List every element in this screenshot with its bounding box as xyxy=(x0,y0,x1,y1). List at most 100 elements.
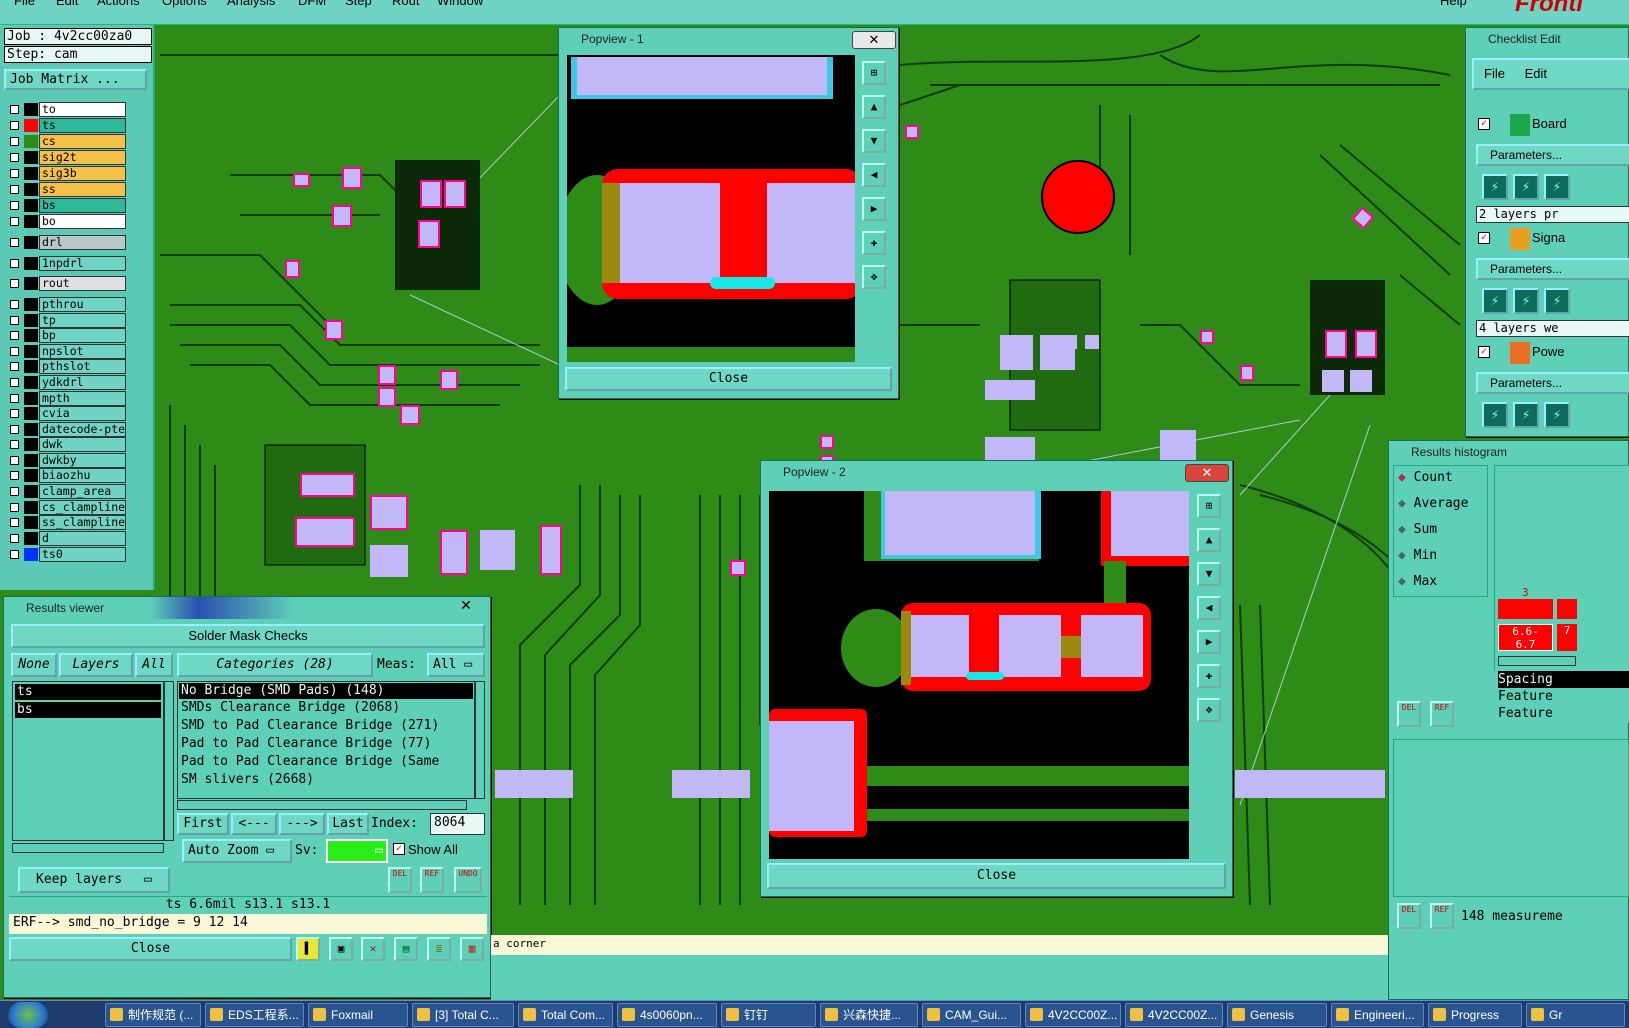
layer-name[interactable]: sig3b xyxy=(39,166,126,181)
histogram-del-button[interactable]: DEL xyxy=(1397,701,1421,727)
layer-color-swatch[interactable] xyxy=(24,501,38,514)
layer-row[interactable]: pthslot xyxy=(6,359,126,374)
layer-color-swatch[interactable] xyxy=(24,183,38,196)
layer-name[interactable]: ts xyxy=(39,118,126,133)
layer-row[interactable]: ydkdrl xyxy=(6,375,126,390)
layer-name[interactable]: pthrou xyxy=(39,297,126,312)
category-hscrollbar[interactable] xyxy=(177,800,467,810)
layer-color-swatch[interactable] xyxy=(24,438,38,451)
popview-1-titlebar[interactable]: Popview - 1 xyxy=(559,28,898,50)
pan-up-icon[interactable]: ▲ xyxy=(1197,528,1221,552)
layer-color-swatch[interactable] xyxy=(24,236,38,249)
layer-name[interactable]: ydkdrl xyxy=(39,375,126,390)
none-button[interactable]: None xyxy=(11,653,57,677)
histogram-option[interactable]: ◆ Average xyxy=(1398,496,1468,511)
list-item[interactable]: Pad to Pad Clearance Bridge (77) xyxy=(179,736,473,753)
layer-row[interactable]: to xyxy=(6,102,126,117)
menu-analysis[interactable]: Analysis xyxy=(227,0,275,8)
layer-color-swatch[interactable] xyxy=(24,167,38,180)
layer-color-swatch[interactable] xyxy=(24,532,38,545)
layer-row[interactable]: bo xyxy=(6,214,126,229)
layer-color-swatch[interactable] xyxy=(24,199,38,212)
list-item[interactable]: ts xyxy=(15,684,161,700)
layer-row[interactable]: dwk xyxy=(6,437,126,452)
next-button[interactable]: ---> xyxy=(279,813,325,835)
list-item[interactable]: Pad to Pad Clearance Bridge (Same xyxy=(179,754,473,771)
menu-rout[interactable]: Rout xyxy=(392,0,419,8)
close-icon[interactable]: ✕ xyxy=(444,598,488,614)
keep-layers-dropdown[interactable]: Keep layers ▭ xyxy=(18,867,170,893)
layer-color-swatch[interactable] xyxy=(24,135,38,148)
histogram-option[interactable]: ◆ Max xyxy=(1398,574,1437,589)
layer-checkbox[interactable] xyxy=(10,440,19,449)
radio-icon[interactable]: ◆ xyxy=(1398,470,1406,485)
zoom-home-icon[interactable]: ⊞ xyxy=(862,61,886,85)
layer-checkbox[interactable] xyxy=(10,378,19,387)
layer-color-swatch[interactable] xyxy=(24,392,38,405)
layer-checkbox[interactable] xyxy=(10,409,19,418)
checklist-item-name[interactable]: Powe xyxy=(1532,344,1565,359)
layer-name[interactable]: 1npdrl xyxy=(39,256,126,271)
layer-checkbox[interactable] xyxy=(10,471,19,480)
layer-checkbox[interactable] xyxy=(10,394,19,403)
layer-color-swatch[interactable] xyxy=(24,103,38,116)
layer-name[interactable]: rout xyxy=(39,276,126,291)
layer-row[interactable]: dwkby xyxy=(6,453,126,468)
index-input[interactable]: 8064 xyxy=(430,813,485,835)
layer-row[interactable]: bs xyxy=(6,198,126,213)
layer-checkbox[interactable] xyxy=(10,185,19,194)
layer-row[interactable]: cs xyxy=(6,134,126,149)
start-button[interactable] xyxy=(8,1002,48,1028)
spacing-label[interactable]: Spacing xyxy=(1498,671,1629,688)
menu-edit[interactable]: Edit xyxy=(56,0,78,8)
category-scrollbar[interactable] xyxy=(475,681,485,799)
layer-name[interactable]: dwk xyxy=(39,437,126,452)
histogram-titlebar[interactable]: Results histogram xyxy=(1389,441,1628,463)
layer-name[interactable]: ss xyxy=(39,182,126,197)
taskbar-item[interactable]: Progress xyxy=(1428,1003,1522,1027)
taskbar-item[interactable]: Total Com... xyxy=(518,1003,613,1027)
layer-row[interactable]: ts xyxy=(6,118,126,133)
taskbar-item[interactable]: Gr xyxy=(1526,1003,1625,1027)
layer-name[interactable]: cvia xyxy=(39,406,126,421)
layer-row[interactable]: mpth xyxy=(6,391,126,406)
layer-name[interactable]: bo xyxy=(39,214,126,229)
results-viewer-titlebar[interactable]: Results viewer xyxy=(4,597,490,619)
run-check-icon[interactable]: ⚡ xyxy=(1482,402,1508,428)
histogram-option[interactable]: ◆ Sum xyxy=(1398,522,1437,537)
del-button[interactable]: DEL xyxy=(388,867,412,893)
layer-checkbox[interactable] xyxy=(10,331,19,340)
list-item[interactable]: SM slivers (2668) xyxy=(179,772,473,789)
layer-color-swatch[interactable] xyxy=(24,298,38,311)
layer-list-scrollbar[interactable] xyxy=(164,681,174,841)
layer-color-swatch[interactable] xyxy=(24,314,38,327)
histogram-bar[interactable] xyxy=(1498,599,1553,619)
layer-color-swatch[interactable] xyxy=(24,329,38,342)
histogram-ref-button-2[interactable]: REF xyxy=(1430,903,1454,929)
layer-color-swatch[interactable] xyxy=(24,454,38,467)
layer-name[interactable]: mpth xyxy=(39,391,126,406)
ref-button[interactable]: REF xyxy=(420,867,444,893)
popview-2-canvas[interactable] xyxy=(769,491,1189,859)
taskbar-item[interactable]: 制作规范 (... xyxy=(105,1003,201,1027)
run-check-icon[interactable]: ⚡ xyxy=(1544,402,1570,428)
list-item[interactable]: SMD to Pad Clearance Bridge (271) xyxy=(179,718,473,735)
layer-checkbox[interactable] xyxy=(10,534,19,543)
histogram-bar[interactable] xyxy=(1557,599,1577,619)
layer-checkbox[interactable] xyxy=(10,518,19,527)
layer-row[interactable]: biaozhu xyxy=(6,468,126,483)
histogram-option[interactable]: ◆ Count xyxy=(1398,470,1453,485)
run-check-icon[interactable]: ⚡ xyxy=(1482,288,1508,314)
pan-right-icon[interactable]: ▶ xyxy=(862,197,886,221)
layer-checkbox[interactable] xyxy=(10,487,19,496)
categories-button[interactable]: Categories (28) xyxy=(177,653,373,677)
layer-color-swatch[interactable] xyxy=(24,277,38,290)
layer-checkbox[interactable] xyxy=(10,362,19,371)
layer-row[interactable]: tp xyxy=(6,313,126,328)
checklist-item-checkbox[interactable]: ✓ xyxy=(1478,346,1490,358)
parameters-button[interactable]: Parameters... xyxy=(1476,372,1629,394)
layer-checkbox[interactable] xyxy=(10,105,19,114)
layer-name[interactable]: d xyxy=(39,531,126,546)
layer-name[interactable]: tp xyxy=(39,313,126,328)
layer-row[interactable]: sig3b xyxy=(6,166,126,181)
